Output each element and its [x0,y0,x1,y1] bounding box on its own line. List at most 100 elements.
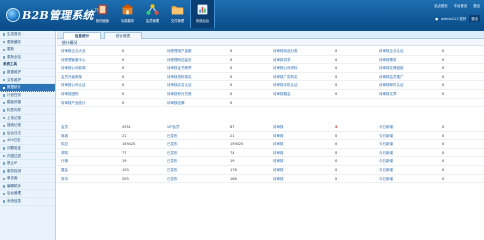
stat-label[interactable]: 待审核手机认证 [273,81,298,90]
stat-value: 0 [122,57,125,62]
site-home-link[interactable]: 站点首页 [434,3,448,8]
total-label[interactable]: 今日新增 [379,149,393,158]
total-label[interactable]: 展会 [61,166,68,175]
stat-label[interactable]: 待审核实名认证 [167,81,192,90]
total-label[interactable]: 待审核 [273,140,284,149]
stat-label[interactable]: 待受理网站留言 [167,56,192,65]
platform-home-link[interactable]: 平台首页 [454,3,468,8]
chart-icon [197,4,208,15]
total-label[interactable]: 待审核 [273,175,284,184]
sidebar-item-update-site[interactable]: 更新全站 [0,54,55,62]
sidebar-item-upload-records[interactable]: 上传记录 [0,115,55,123]
sidebar-item-edit-helper[interactable]: 编辑助手 [0,183,55,191]
sidebar-item-admin-manage[interactable]: 后台管理 [0,190,55,199]
total-label[interactable]: 已发布 [167,157,178,166]
sidebar-item-question-verify[interactable]: 问题验证 [0,145,55,153]
stat-label[interactable]: 待审核证书荣誉 [167,64,192,73]
sidebar-item-single-page[interactable]: 单页面 [0,175,55,183]
total-label[interactable]: 待审核 [273,157,284,166]
stat-label[interactable]: 待受理用户金额 [167,47,192,56]
total-label[interactable]: 待审核 [273,123,284,132]
stat-label[interactable]: 待审核公司资料 [273,64,298,73]
stat-label[interactable]: 待审核商品分类 [273,47,298,56]
sidebar-item-data-statistics[interactable]: 数据统计 [0,84,55,92]
tab-stats-report[interactable]: 统计报表 [104,32,142,39]
folder-icon [171,6,184,15]
stat-label[interactable]: 待审核公司新闻 [61,64,86,73]
total-label[interactable]: 已发布 [167,149,178,158]
module-my-panel[interactable]: 我的面板 [90,0,115,28]
total-label[interactable]: 会员 [61,123,68,132]
module-system[interactable]: 系统后台 [190,0,215,28]
module-members[interactable]: 会员管理 [140,0,165,28]
total-value: 176 [230,168,237,172]
total-label[interactable]: 求购 [61,149,68,158]
stat-label[interactable]: 待审核文章 [379,90,397,99]
stat-label[interactable]: 待审核团购 [61,90,79,99]
total-label[interactable]: 资讯 [61,175,68,184]
total-label[interactable]: 待审核 [273,132,284,141]
module-files[interactable]: 文件管理 [165,0,190,28]
sidebar-item-tag-wizard[interactable]: 标签向导 [0,107,55,115]
sidebar-item-template-style[interactable]: 模板风格 [0,99,55,107]
total-label[interactable]: 商城 [61,132,68,141]
module-label: 我的面板 [95,19,110,23]
stat-label[interactable]: 待审核积分兑换 [167,90,192,99]
table-row: 商城 21 已发布 21 待审核 0 今日新增 0 [57,132,484,141]
stat-label[interactable]: 待审核产品统计 [61,99,86,108]
exit-link[interactable]: 退出 [473,3,480,8]
sidebar-item-word-filter[interactable]: 词语过滤 [0,153,55,161]
sidebar-item-data-maintenance[interactable]: 数据维护 [0,69,55,77]
total-label[interactable]: 已发布 [167,132,178,141]
stat-label[interactable]: 待审核展会 [273,90,291,99]
total-label[interactable]: VIP会员 [167,123,180,132]
total-label[interactable]: 行情 [61,157,68,166]
total-value: 0 [335,176,338,181]
logout-button[interactable]: 退出 [469,15,480,22]
total-label[interactable]: 已发布 [167,166,178,175]
total-value: 168 [230,176,237,181]
sidebar-item-admin-log[interactable]: 后台日志 [0,130,55,138]
sidebar-item-file-maintenance[interactable]: 文件维护 [0,77,55,85]
stat-label[interactable]: 会员升级审核 [61,73,82,82]
module-functions[interactable]: 功能模块 [115,0,140,28]
tab-info-stats[interactable]: 信息统计 [63,32,101,39]
total-label[interactable]: 待审核 [273,166,284,175]
stat-label[interactable]: 待审核品牌 [167,99,185,108]
sidebar-item-banned-ip[interactable]: 禁止IP [0,160,55,168]
sidebar-item-service-check[interactable]: 服务检测 [0,168,55,176]
sidebar-item-system-info[interactable]: 系统信息 [0,198,55,206]
total-label[interactable]: 今日新增 [379,175,393,184]
sidebar-item-update[interactable]: 更新 [0,46,55,54]
stat-label[interactable]: 待审核需求 [379,56,397,65]
stat-label[interactable]: 待审核邮件认证 [379,81,404,90]
stat-label[interactable]: 待审核企业认证 [379,47,404,56]
stat-label[interactable]: 待审核广告购买 [273,73,298,82]
stat-value: 0 [122,74,125,79]
total-value: 0 [442,168,445,172]
total-label[interactable]: 今日新增 [379,132,393,141]
total-label[interactable]: 今日新增 [379,157,393,166]
total-label[interactable]: 已发布 [167,140,178,149]
stat-label[interactable]: 待审核公司认证 [61,81,86,90]
stat-label[interactable]: 待审核友情链接 [379,64,404,73]
total-label[interactable]: 供应 [61,140,68,149]
sidebar-item-scheduled-tasks[interactable]: 计划任务 [0,92,55,100]
total-label[interactable]: 今日新增 [379,166,393,175]
total-label[interactable]: 已发布 [167,175,178,184]
sidebar-item-update-cache[interactable]: 更新缓存 [0,39,55,47]
total-label[interactable]: 今日新增 [379,123,393,132]
stat-label[interactable]: 待审核资料核实 [167,73,192,82]
stat-label[interactable]: 待审核企业大全 [61,47,86,56]
module-nav: 我的面板 功能模块 会员管理 文件管理 系统后台 [90,0,215,28]
total-label[interactable]: 今日新增 [379,140,393,149]
table-row: 待受理客服中心 0 待受理网站留言 0 待审核供求 0 待审核需求 0 [57,56,484,65]
sidebar-group-system-tools[interactable]: 系统工具 [0,61,55,69]
stat-label[interactable]: 待审核会员推广 [379,73,404,82]
sidebar-item-generate-home[interactable]: 生成首页 [0,31,55,39]
sidebar-item-search-records[interactable]: 搜索记录 [0,122,55,130]
total-label[interactable]: 待审核 [273,149,284,158]
stat-label[interactable]: 待审核供求 [273,56,291,65]
stat-label[interactable]: 待受理客服中心 [61,56,86,65]
sidebar-item-404-log[interactable]: 404日志 [0,137,55,145]
